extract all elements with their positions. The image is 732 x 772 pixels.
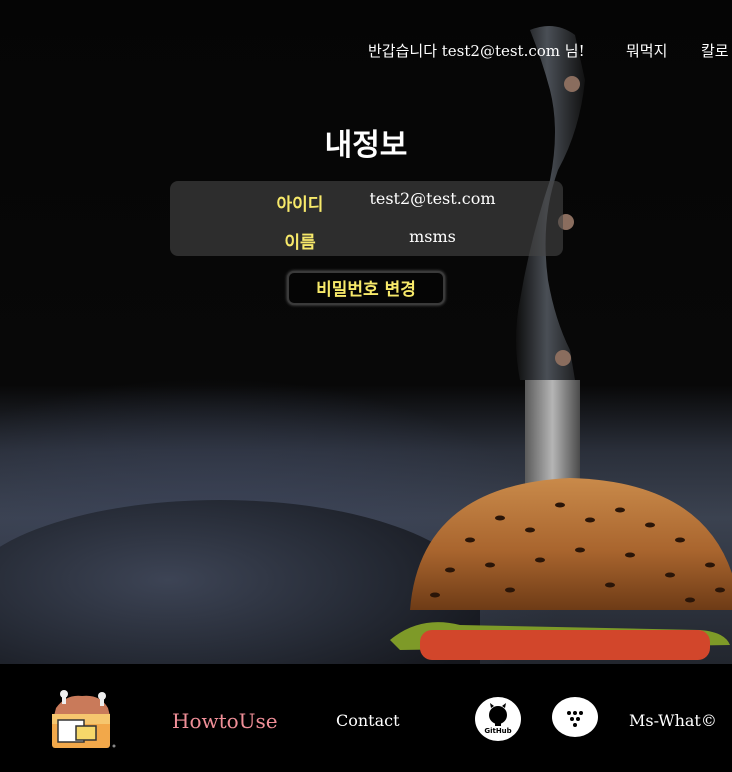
name-value: msms bbox=[409, 227, 456, 246]
info-card: 아이디 test2@test.com 이름 msms bbox=[170, 181, 563, 256]
logo-icon[interactable] bbox=[46, 686, 118, 754]
name-label: 이름 bbox=[284, 233, 316, 253]
nav-item-menu-1[interactable]: 뭐먹지 bbox=[626, 40, 667, 61]
nav-item-menu-2[interactable]: 칼로 bbox=[701, 40, 729, 61]
greeting-text: 반갑습니다 test2@test.com 님! bbox=[368, 42, 585, 60]
howto-link[interactable]: HowtoUse bbox=[172, 709, 278, 733]
hero-background bbox=[0, 0, 732, 664]
page-title: 내정보 bbox=[324, 128, 408, 163]
contact-link[interactable]: Contact bbox=[336, 711, 400, 730]
id-value: test2@test.com bbox=[369, 189, 496, 208]
github-label: GitHub bbox=[484, 727, 511, 735]
github-icon: GitHub bbox=[484, 703, 512, 735]
github-button[interactable]: GitHub bbox=[475, 697, 521, 741]
info-row-id: 아이디 test2@test.com bbox=[170, 187, 563, 217]
change-password-button[interactable]: 비밀번호 변경 bbox=[287, 271, 445, 305]
footer: HowtoUse Contact GitHub Ms-What© bbox=[0, 664, 732, 772]
copyright-text: Ms-What© bbox=[629, 711, 717, 730]
id-label: 아이디 bbox=[276, 195, 324, 215]
burger-image bbox=[390, 26, 732, 660]
dots-icon bbox=[567, 711, 583, 727]
info-row-name: 이름 msms bbox=[170, 225, 563, 255]
top-nav: 반갑습니다 test2@test.com 님! 뭐먹지 칼로 bbox=[0, 40, 732, 62]
menu-dots-button[interactable] bbox=[552, 697, 598, 737]
